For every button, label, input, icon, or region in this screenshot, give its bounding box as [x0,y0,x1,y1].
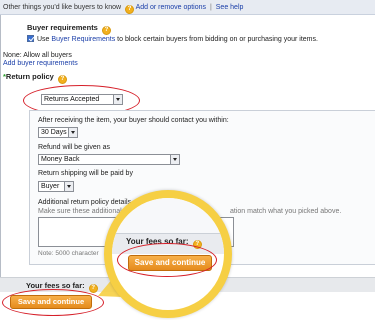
magnified-button-highlight-circle [117,243,217,277]
magnified-details-box [112,198,224,234]
